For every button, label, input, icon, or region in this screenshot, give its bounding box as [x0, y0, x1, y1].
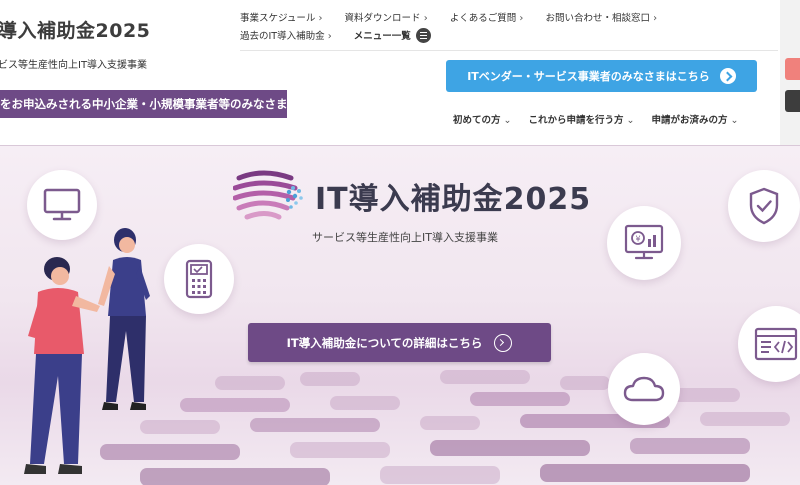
subnav-applying[interactable]: これから申請を行う方 [529, 112, 635, 126]
arrow-circle-icon [719, 68, 736, 84]
logo-mark-icon [233, 170, 303, 220]
menu-icon [415, 27, 431, 43]
handshake-illustration [24, 228, 150, 474]
top-navigation: 事業スケジュール 資料ダウンロード よくあるご質問 お問い合わせ・相談窓口 過去… [240, 10, 780, 46]
applicant-banner[interactable]: をお申込みされる中小企業・小規模事業者等のみなさま [0, 90, 287, 118]
nav-schedule-link[interactable]: 事業スケジュール [240, 10, 323, 24]
hero-logo-text: IT導入補助金2025 [315, 182, 592, 217]
hero-logo-subtitle: サービス等生産性向上IT導入支援事業 [312, 231, 498, 244]
arrow-circle-icon [494, 333, 513, 352]
vendor-button-label: ITベンダー・サービス事業者のみなさまはこちら [467, 70, 710, 83]
menu-list-label: メニュー一覧 [353, 31, 411, 42]
subnav-first-time[interactable]: 初めての方 [453, 112, 512, 126]
site-subtitle: ビス等生産性向上IT導入支援事業 [0, 60, 148, 71]
nav-divider [240, 50, 778, 51]
yen-chart-screen-icon: ¥ [624, 224, 664, 260]
shield-check-icon [749, 187, 779, 225]
nav-contact-link[interactable]: お問い合わせ・相談窓口 [545, 10, 657, 24]
hero-banner: IT導入補助金2025 サービス等生産性向上IT導入支援事業 IT導入補助金につ… [0, 145, 800, 485]
nav-past-subsidy-link[interactable]: 過去のIT導入補助金 [240, 28, 332, 42]
subnav-applied[interactable]: 申請がお済みの方 [652, 112, 739, 126]
monitor-icon [43, 188, 81, 221]
yen-chart-bubble: ¥ [607, 206, 681, 280]
nav-downloads-link[interactable]: 資料ダウンロード [345, 10, 428, 24]
subsidy-detail-label: IT導入補助金についての詳細はこちら [286, 335, 483, 350]
subsidy-detail-button[interactable]: IT導入補助金についての詳細はこちら [248, 323, 551, 362]
hero-logo: IT導入補助金2025 [233, 166, 590, 226]
code-window-icon [754, 327, 798, 361]
site-title[interactable]: 導入補助金2025 [0, 16, 150, 43]
audience-subnav: 初めての方 これから申請を行う方 申請がお済みの方 [453, 112, 756, 126]
side-tab-red[interactable] [785, 58, 800, 80]
nav-faq-link[interactable]: よくあるご質問 [450, 10, 524, 24]
menu-list-button[interactable]: メニュー一覧 [353, 27, 431, 43]
shield-bubble [728, 170, 800, 242]
vendor-button[interactable]: ITベンダー・サービス事業者のみなさまはこちら [446, 60, 757, 92]
side-tab-dark[interactable] [785, 90, 800, 112]
cloud-bubble [608, 353, 680, 425]
svg-text:¥: ¥ [635, 235, 640, 244]
cloud-icon [623, 376, 665, 402]
